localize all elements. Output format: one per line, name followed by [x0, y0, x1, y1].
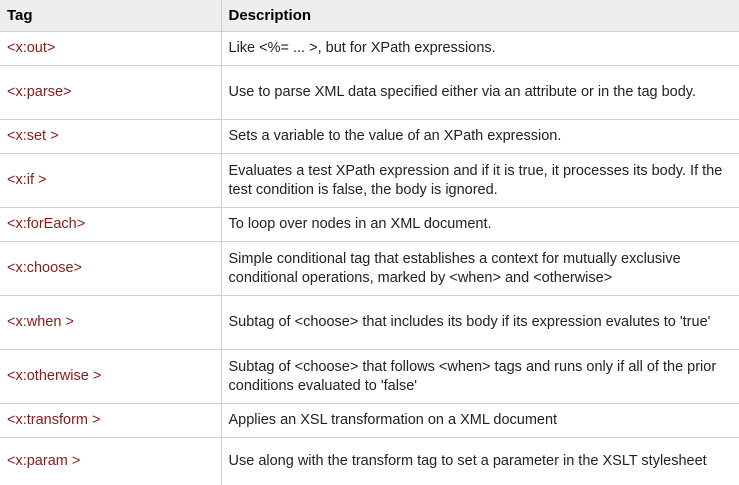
table-row: <x:parse> Use to parse XML data specifie… — [0, 65, 739, 120]
tag-cell: <x:if > — [0, 153, 222, 208]
description-cell: Like <%= ... >, but for XPath expression… — [220, 31, 739, 66]
tag-cell: <x:set > — [0, 119, 222, 154]
tag-cell: <x:choose> — [0, 241, 222, 296]
column-header-tag: Tag — [0, 0, 222, 32]
table-row: <x:if > Evaluates a test XPath expressio… — [0, 153, 739, 208]
description-cell: Subtag of <choose> that follows <when> t… — [220, 349, 739, 404]
tag-cell: <x:param > — [0, 437, 222, 485]
description-cell: Subtag of <choose> that includes its bod… — [220, 295, 739, 350]
description-cell: Sets a variable to the value of an XPath… — [220, 119, 739, 154]
table-row: <x:set > Sets a variable to the value of… — [0, 119, 739, 154]
table-row: <x:when > Subtag of <choose> that includ… — [0, 295, 739, 350]
table-row: <x:otherwise > Subtag of <choose> that f… — [0, 349, 739, 404]
tag-cell: <x:when > — [0, 295, 222, 350]
table-header-row: Tag Description — [0, 0, 739, 32]
description-cell: Applies an XSL transformation on a XML d… — [220, 403, 739, 438]
table-row: <x:transform > Applies an XSL transforma… — [0, 403, 739, 438]
description-cell: Simple conditional tag that establishes … — [220, 241, 739, 296]
description-cell: To loop over nodes in an XML document. — [220, 207, 739, 242]
description-cell: Evaluates a test XPath expression and if… — [220, 153, 739, 208]
table-row: <x:out> Like <%= ... >, but for XPath ex… — [0, 31, 739, 66]
column-header-description: Description — [220, 0, 739, 32]
tag-cell: <x:parse> — [0, 65, 222, 120]
table-row: <x:choose> Simple conditional tag that e… — [0, 241, 739, 296]
description-cell: Use along with the transform tag to set … — [220, 437, 739, 485]
tag-cell: <x:transform > — [0, 403, 222, 438]
table-row: <x:forEach> To loop over nodes in an XML… — [0, 207, 739, 242]
table-row: <x:param > Use along with the transform … — [0, 437, 739, 485]
tag-cell: <x:otherwise > — [0, 349, 222, 404]
description-cell: Use to parse XML data specified either v… — [220, 65, 739, 120]
tags-table: Tag Description <x:out> Like <%= ... >, … — [0, 0, 739, 485]
tag-cell: <x:forEach> — [0, 207, 222, 242]
tag-cell: <x:out> — [0, 31, 222, 66]
